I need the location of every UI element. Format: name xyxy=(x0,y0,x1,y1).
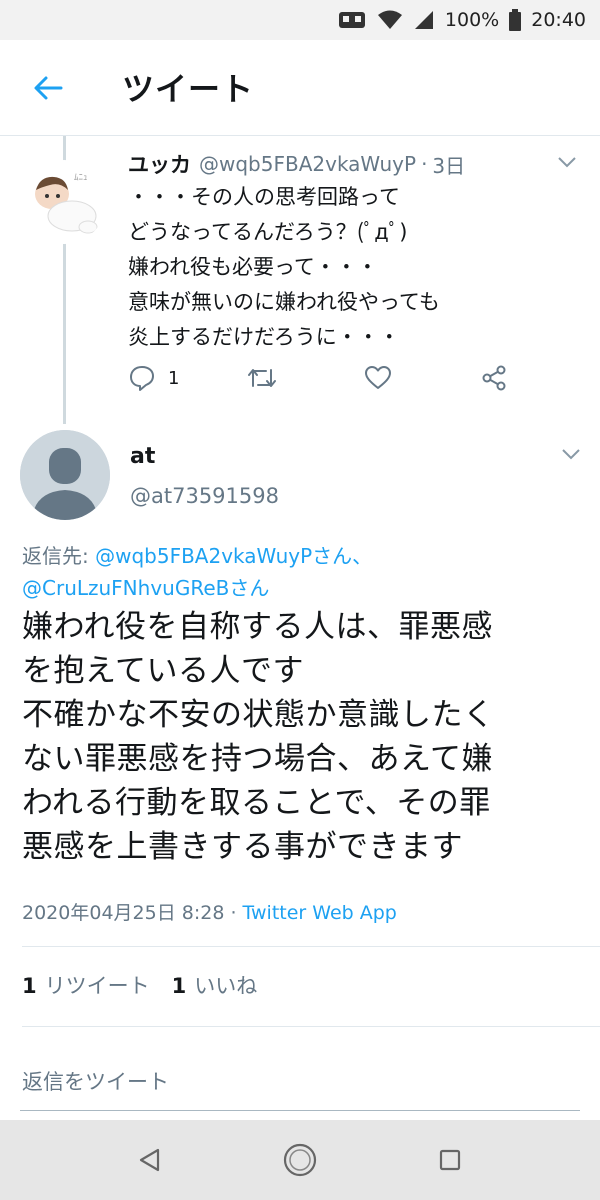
chevron-down-icon[interactable] xyxy=(555,150,579,174)
tweet-timestamp: 2020年04月25日 8:28 xyxy=(22,902,225,924)
reply-button[interactable]: 1 xyxy=(128,358,179,398)
tweet-text: 嫌われ役を自称する人は、罪悪感 を抱えている人です 不確かな不安の状態か意識した… xyxy=(22,609,495,865)
mention-link[interactable]: @CruLzuFNhvuGReBさん xyxy=(22,576,269,600)
retweets-stat[interactable]: 1 リツイート xyxy=(22,970,150,1000)
like-count: 1 xyxy=(171,974,187,998)
baby-illustration-icon: ﾑﾆｭ xyxy=(35,173,98,234)
likes-stat[interactable]: 1 いいね xyxy=(172,970,258,1000)
share-icon xyxy=(482,365,506,391)
parent-tweet-text: ・・・その人の思考回路って どうなってるんだろう？(ﾟдﾟ) 嫌われ役も必要って… xyxy=(128,185,440,349)
system-nav-bar xyxy=(0,1120,600,1200)
triangle-back-icon xyxy=(139,1148,160,1172)
retweet-label: リツイート xyxy=(44,974,150,998)
divider xyxy=(22,1026,600,1027)
avatar-yukka[interactable]: ﾑﾆｭ xyxy=(22,160,106,244)
battery-percent: 100% xyxy=(444,9,500,31)
meta-separator: · xyxy=(224,902,243,924)
retweet-count: 1 xyxy=(22,974,37,998)
avatar-at[interactable] xyxy=(20,430,110,520)
reply-input-underline xyxy=(20,1110,580,1111)
divider xyxy=(22,946,600,947)
mention-link[interactable]: @wqb5FBA2vkaWuyPさん、 xyxy=(95,544,372,568)
circle-home-icon xyxy=(283,1143,317,1177)
author-name[interactable]: at xyxy=(130,444,155,469)
tweet-meta: 2020年04月25日 8:28 · Twitter Web App xyxy=(22,898,397,925)
parent-tweet-header: ユッカ @wqb5FBA2vkaWuyP · 3日 xyxy=(128,148,465,180)
square-recents-icon xyxy=(439,1149,461,1171)
like-label: いいね xyxy=(194,974,258,998)
wifi-icon xyxy=(377,10,403,30)
chevron-down-icon[interactable] xyxy=(559,442,583,466)
separator-dot: · xyxy=(421,152,428,176)
reply-to-prefix: 返信先: xyxy=(22,544,96,568)
parent-tweet-time: 3日 xyxy=(432,153,466,178)
status-icons: 100% 20:40 xyxy=(337,0,586,40)
nav-home-button[interactable] xyxy=(280,1140,320,1180)
retweet-button[interactable] xyxy=(246,358,278,398)
notification-icon xyxy=(337,9,367,31)
default-profile-icon xyxy=(20,430,110,520)
arrow-left-icon xyxy=(34,76,63,100)
nav-recents-button[interactable] xyxy=(430,1140,470,1180)
like-button[interactable] xyxy=(364,358,392,398)
parent-author-handle[interactable]: @wqb5FBA2vkaWuyP xyxy=(199,152,416,176)
page-title: ツイート xyxy=(122,70,255,108)
author-handle[interactable]: @at73591598 xyxy=(130,484,279,508)
parent-tweet-actions: 1 xyxy=(128,358,528,398)
battery-icon xyxy=(509,9,522,31)
reply-count: 1 xyxy=(168,367,180,389)
source-link[interactable]: Twitter Web App xyxy=(243,902,397,924)
signal-icon xyxy=(413,10,435,30)
heart-icon xyxy=(365,366,391,389)
share-button[interactable] xyxy=(480,358,508,398)
svg-text:ﾑﾆｭ: ﾑﾆｭ xyxy=(74,173,88,183)
status-bar: 100% 20:40 xyxy=(0,0,600,40)
app-bar: ツイート xyxy=(0,40,600,136)
back-button[interactable] xyxy=(30,70,66,106)
reply-icon xyxy=(130,366,154,391)
clock: 20:40 xyxy=(531,9,586,31)
reply-input[interactable]: 返信をツイート xyxy=(22,1066,169,1096)
parent-author-name[interactable]: ユッカ xyxy=(128,149,191,179)
tweet-stats: 1 リツイート 1 いいね xyxy=(22,970,257,1000)
reply-to-line: 返信先: @wqb5FBA2vkaWuyPさん、 @CruLzuFNhvuGRe… xyxy=(22,540,582,604)
nav-back-button[interactable] xyxy=(130,1140,170,1180)
retweet-icon xyxy=(248,369,276,387)
